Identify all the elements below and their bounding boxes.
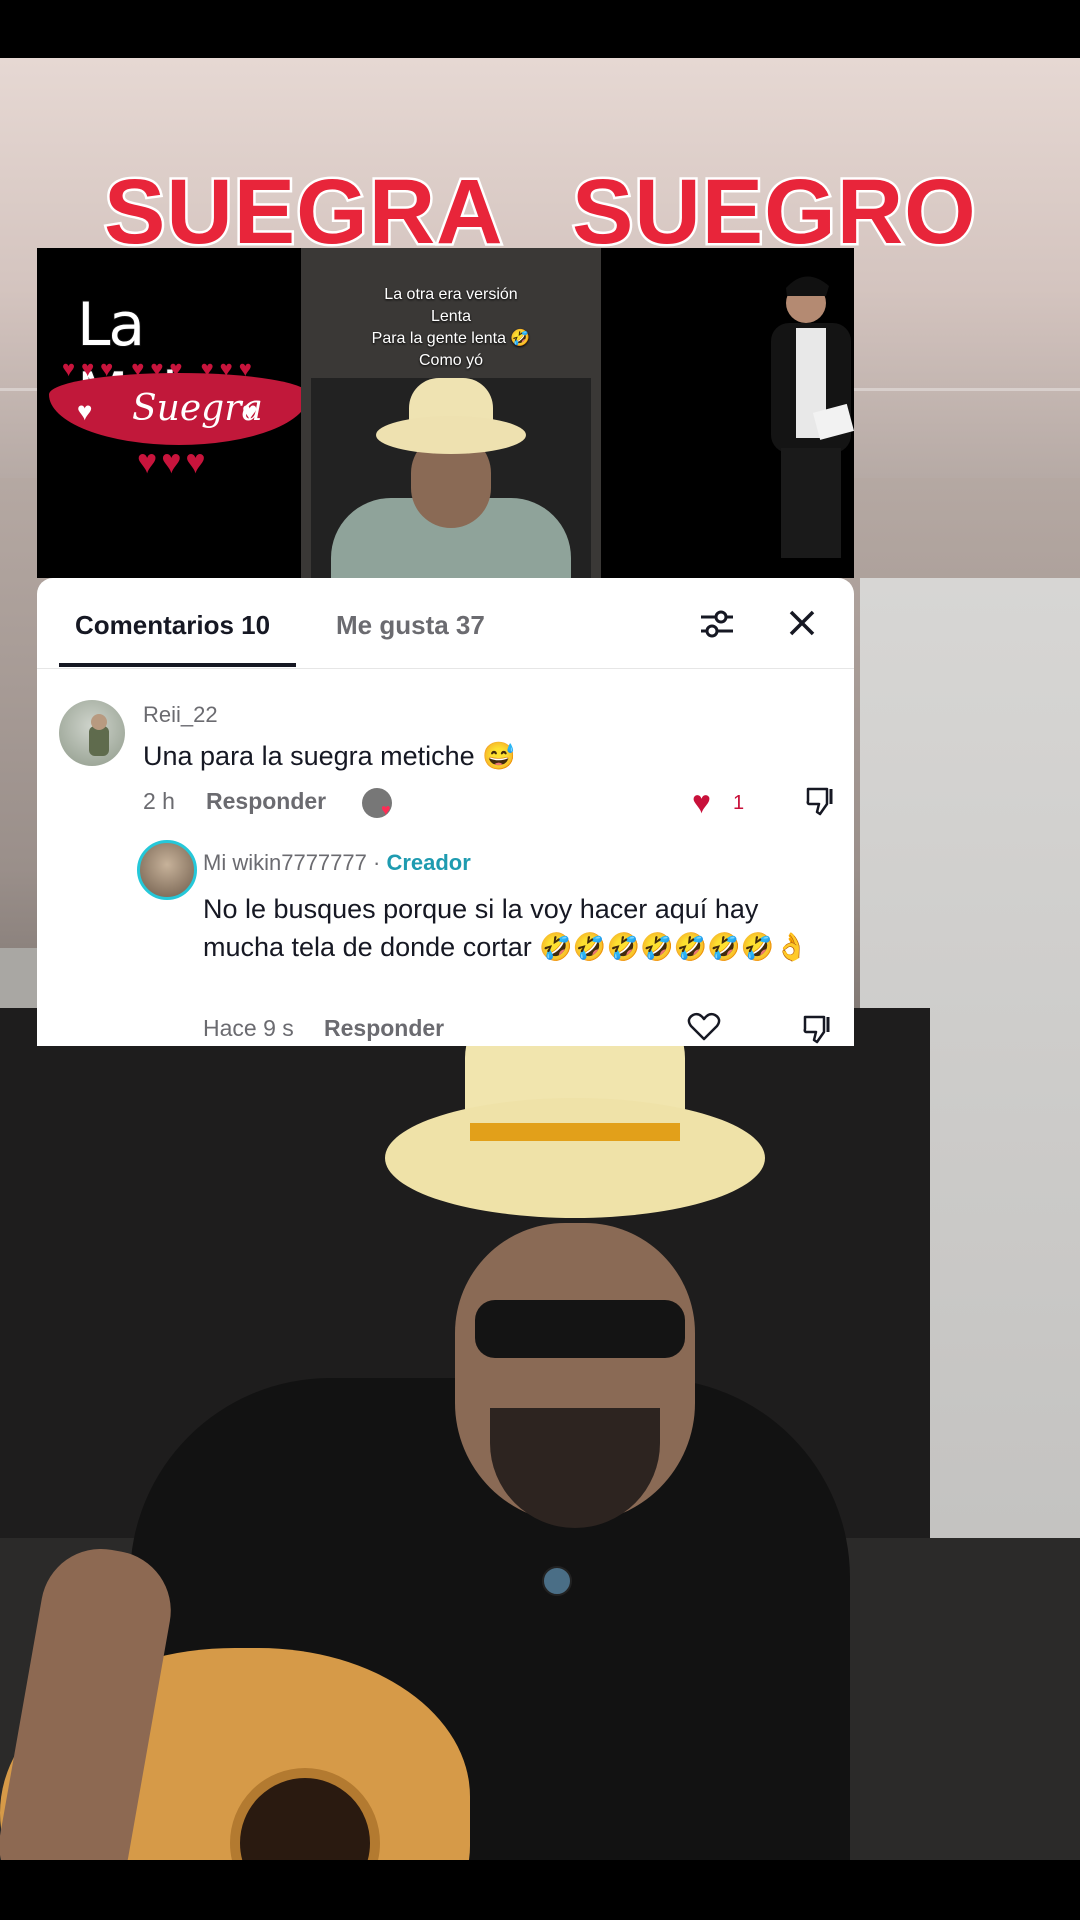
avatar-image [89,714,109,756]
video-thumbnail: La otra era versión Lenta Para la gente … [301,248,601,578]
shirt-pin [542,1566,572,1596]
separator-dot: · [373,850,381,875]
heart-icon[interactable]: ♥ [692,784,711,821]
avatar[interactable] [59,700,125,766]
suegro-image [601,248,855,578]
tabs-bar: Comentarios 10 Me gusta 37 [37,578,854,669]
la-mejor-suegra-image: La Mejor ♥♥♥ ♥♥♥ ♥♥♥ ♥ ♥ Suegra ♥♥♥ [37,248,309,578]
thumbs-down-icon[interactable] [802,1014,834,1044]
bottom-bar [0,1860,1080,1920]
thumbnail-caption: La otra era versión Lenta Para la gente … [301,284,601,372]
caption-line: Lenta [430,308,472,325]
close-icon[interactable] [785,606,819,640]
reply-header: Mi wikin7777777 · Creador [203,850,471,876]
man-in-jacket-figure [771,276,855,558]
caption-line: La otra era versión [384,286,518,303]
comment-time: 2 h [143,788,175,814]
comments-panel: Comentarios 10 Me gusta 37 Reii_22 Una p… [37,578,854,1046]
comment-text: Una para la suegra metiche 😅 [143,741,516,771]
reply-username[interactable]: Mi wikin7777777 [203,850,367,875]
creator-liked-heart-icon: ♥ [381,802,391,819]
thumbnail-hat-brim [376,416,526,454]
like-count: 1 [733,792,745,814]
creator-avatar[interactable] [137,840,197,900]
reply-button[interactable]: Responder [206,788,326,815]
comment-username[interactable]: Reii_22 [143,702,218,728]
reply-text: No le busques porque si la voy hacer aqu… [203,894,809,962]
reply-time: Hace 9 s [203,1015,294,1041]
hearts-decoration: ♥♥♥ [137,443,210,481]
ribbon-heart-icon: ♥ [77,396,93,426]
tab-likes[interactable]: Me gusta 37 [336,610,485,641]
reply-button[interactable]: Responder [324,1015,444,1042]
caption-line: Como yó [418,352,484,369]
heart-icon[interactable] [687,1012,721,1042]
filter-sliders-icon[interactable] [699,608,735,640]
caption-line: Para la gente lenta 🤣 [371,330,531,347]
status-bar [0,0,1080,58]
sunglasses [475,1300,685,1358]
performer [0,998,910,1860]
active-tab-indicator [59,663,296,667]
creator-badge: Creador [386,850,471,875]
hat-band [470,1123,680,1141]
tab-comments[interactable]: Comentarios 10 [75,610,270,641]
image-strip: La Mejor ♥♥♥ ♥♥♥ ♥♥♥ ♥ ♥ Suegra ♥♥♥ La o… [37,248,855,578]
thumbs-down-icon[interactable] [805,786,837,816]
hat-brim [385,1098,765,1218]
ribbon-label: Suegra [132,388,263,429]
